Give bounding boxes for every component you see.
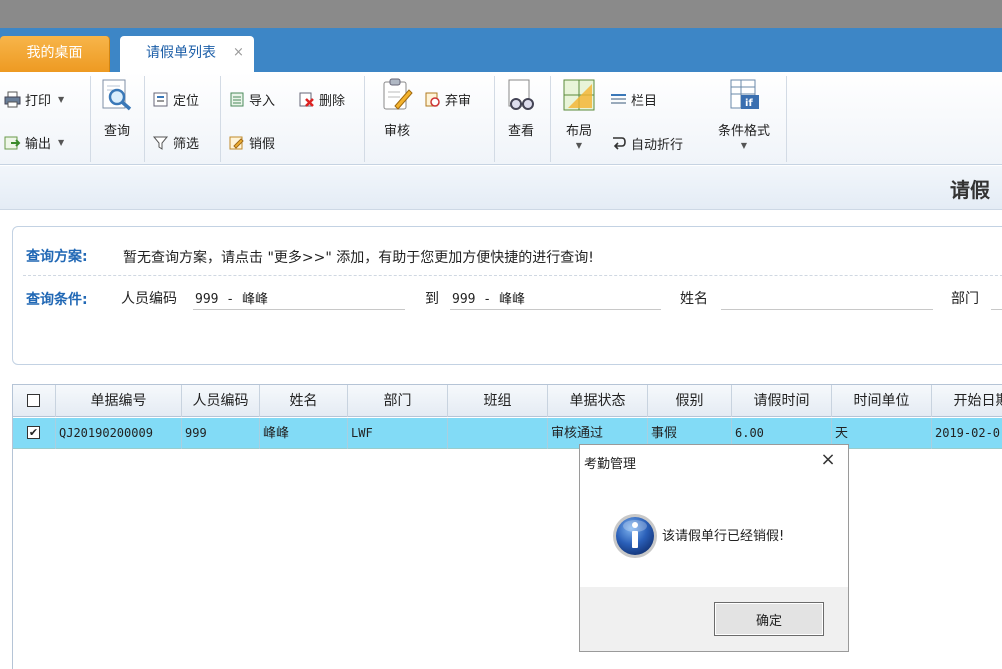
filter-button[interactable]: 筛选 [152, 131, 199, 153]
export-button[interactable]: 输出 ▼ [4, 131, 64, 153]
delete-button[interactable]: 删除 [298, 88, 345, 110]
chevron-down-icon: ▼ [575, 141, 583, 150]
name-label: 姓名 [680, 291, 708, 307]
column-header[interactable]: 开始日期 [932, 385, 1002, 417]
row-select-cell: ✔ [13, 418, 56, 449]
delete-icon [299, 92, 314, 107]
tab-label: 请假单列表 [146, 45, 216, 61]
divider [494, 76, 495, 162]
funnel-icon [152, 136, 169, 150]
select-all-cell [13, 385, 56, 417]
divider [23, 275, 1002, 276]
edit-document-icon [229, 136, 244, 149]
review-button[interactable]: 审核 [376, 78, 418, 139]
chevron-down-icon: ▼ [58, 137, 65, 147]
tab-my-desktop[interactable]: 我的桌面 [0, 36, 110, 72]
divider [144, 76, 145, 162]
start-date-cell: 2019-02-0 [932, 418, 1002, 449]
clipboard-pen-icon [383, 78, 413, 110]
query-condition-label: 查询条件: [26, 292, 88, 308]
tab-leave-list[interactable]: 请假单列表 × [120, 36, 254, 72]
team-cell [448, 418, 548, 449]
divider [220, 76, 221, 162]
magnifier-document-icon [102, 79, 132, 111]
conditional-format-button[interactable]: if 条件格式 ▼ [710, 78, 778, 150]
page-header: 请假 [0, 166, 1002, 210]
close-icon[interactable]: × [818, 451, 838, 471]
chevron-down-icon: ▼ [58, 94, 65, 104]
export-icon [4, 136, 21, 149]
column-header[interactable]: 时间单位 [832, 385, 932, 417]
department-input[interactable] [991, 286, 1002, 310]
dialog-footer: 确定 [580, 587, 848, 651]
wrap-icon [613, 136, 626, 150]
locate-button[interactable]: 定位 [152, 88, 199, 110]
query-plan-text: 暂无查询方案，请点击 "更多>>" 添加，有助于您更加方便快捷的进行查询! [123, 250, 594, 266]
department-cell: LWF [348, 418, 448, 449]
row-checkbox[interactable]: ✔ [27, 426, 40, 439]
auto-wrap-button[interactable]: 自动折行 [610, 132, 683, 154]
document-glasses-icon [508, 79, 534, 110]
abandon-review-icon [425, 92, 440, 107]
column-header[interactable]: 请假时间 [732, 385, 832, 417]
dialog-title: 考勤管理 [584, 457, 637, 472]
cancel-leave-button[interactable]: 销假 [228, 131, 275, 153]
column-header[interactable]: 单据状态 [548, 385, 648, 417]
table-row[interactable]: ✔ QJ20190200009 999 峰峰 LWF 审核通过 事假 6.00 … [13, 418, 1002, 449]
query-plan-label: 查询方案: [26, 249, 88, 265]
column-header[interactable]: 姓名 [260, 385, 348, 417]
select-all-checkbox[interactable] [27, 394, 40, 407]
tab-label: 我的桌面 [26, 45, 83, 61]
column-header[interactable]: 单据编号 [56, 385, 182, 417]
top-bar [0, 0, 1002, 28]
close-icon[interactable]: × [233, 36, 244, 70]
employee-code-label: 人员编码 [121, 291, 177, 307]
layout-icon [563, 79, 595, 111]
name-cell: 峰峰 [260, 418, 348, 449]
import-button[interactable]: 导入 [228, 88, 275, 110]
tab-bar: 我的桌面 请假单列表 × [0, 28, 1002, 72]
dialog-message: 该请假单行已经销假! [662, 529, 785, 544]
divider [550, 76, 551, 162]
ribbon-toolbar: 打印 ▼ 输出 ▼ 查询 定位 筛选 导入 删除 销假 审核 弃审 查看 布局 … [0, 72, 1002, 165]
layout-button[interactable]: 布局 ▼ [558, 78, 600, 150]
divider [90, 76, 91, 162]
message-dialog: 考勤管理 × 该请假单行已经销假! 确定 [579, 444, 849, 652]
query-panel: 查询方案: 暂无查询方案，请点击 "更多>>" 添加，有助于您更加方便快捷的进行… [12, 226, 1002, 365]
info-icon [613, 514, 657, 558]
divider [786, 76, 787, 162]
abandon-review-button[interactable]: 弃审 [424, 88, 471, 110]
columns-button[interactable]: 栏目 [610, 88, 657, 110]
column-header[interactable]: 假别 [648, 385, 732, 417]
print-button[interactable]: 打印 ▼ [4, 88, 64, 110]
name-input[interactable] [721, 286, 933, 310]
department-label: 部门 [951, 291, 979, 307]
printer-icon [4, 91, 21, 107]
locate-icon [153, 92, 168, 106]
employee-code-to-input[interactable] [450, 286, 661, 310]
column-header[interactable]: 班组 [448, 385, 548, 417]
import-icon [230, 92, 244, 106]
column-header[interactable]: 部门 [348, 385, 448, 417]
query-button[interactable]: 查询 [98, 78, 136, 139]
to-label: 到 [425, 291, 439, 307]
ok-button[interactable]: 确定 [714, 602, 824, 636]
leave-list-grid: 单据编号 人员编码 姓名 部门 班组 单据状态 假别 请假时间 时间单位 开始日… [12, 384, 1002, 669]
conditional-format-icon: if [730, 79, 759, 109]
columns-icon [611, 93, 626, 104]
view-button[interactable]: 查看 [502, 78, 540, 139]
svg-text:if: if [745, 98, 753, 109]
employee-code-cell: 999 [182, 418, 260, 449]
grid-header: 单据编号 人员编码 姓名 部门 班组 单据状态 假别 请假时间 时间单位 开始日… [13, 385, 1002, 417]
chevron-down-icon: ▼ [740, 141, 748, 150]
employee-code-from-input[interactable] [193, 286, 405, 310]
column-header[interactable]: 人员编码 [182, 385, 260, 417]
doc-no-cell: QJ20190200009 [56, 418, 182, 449]
page-title: 请假 [950, 178, 990, 202]
divider [364, 76, 365, 162]
